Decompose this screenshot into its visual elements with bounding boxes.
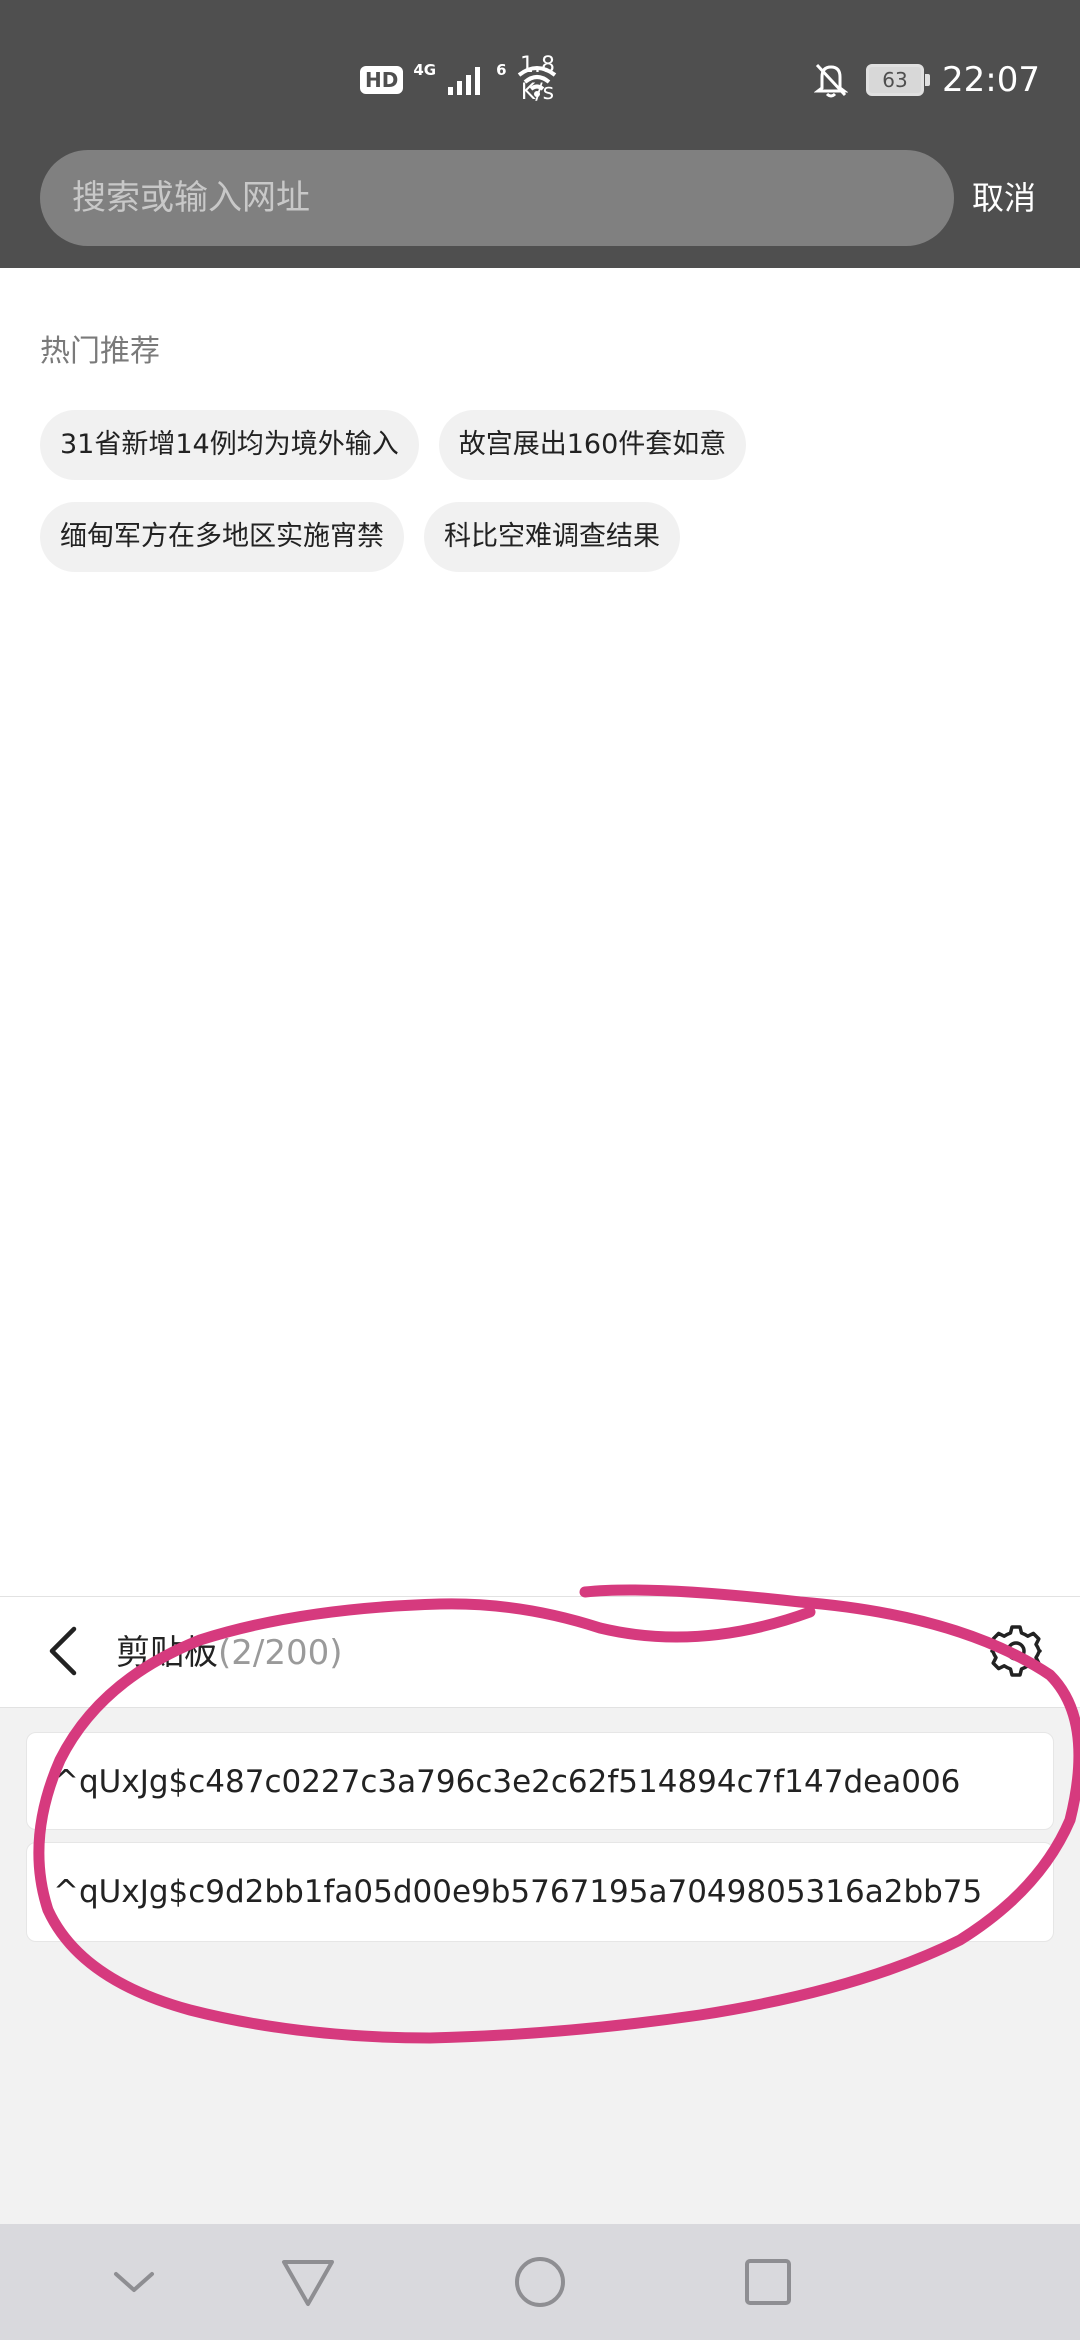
back-triangle-icon[interactable] xyxy=(278,2252,338,2312)
cancel-button[interactable]: 取消 xyxy=(972,160,1036,236)
signal-icon xyxy=(448,67,481,95)
hd-icon: HD xyxy=(360,66,404,94)
navigation-bar xyxy=(0,2224,1080,2340)
clipboard-title: 剪贴板(2/200) xyxy=(116,1625,343,1674)
clipboard-list: ^qUxJg$c487c0227c3a796c3e2c62f514894c7f1… xyxy=(26,1732,1054,1954)
clipboard-header: 剪贴板(2/200) xyxy=(0,1596,1080,1708)
search-input[interactable] xyxy=(40,150,954,246)
network-speed: 1.8 K/s xyxy=(520,52,555,106)
clipboard-count: (2/200) xyxy=(218,1633,343,1673)
home-circle-icon[interactable] xyxy=(510,2252,570,2312)
clipboard-title-label: 剪贴板 xyxy=(116,1633,218,1673)
status-bar: HD 4G 6 1.8 K/s 63 22:07 xyxy=(0,0,1080,140)
clock: 22:07 xyxy=(942,60,1040,100)
gear-icon[interactable] xyxy=(988,1623,1044,1679)
status-icons-right: 63 22:07 xyxy=(814,56,1040,104)
notifications-off-icon xyxy=(814,63,849,98)
header: HD 4G 6 1.8 K/s 63 22:07 搜索或输入网址 取消 xyxy=(0,0,1080,268)
clipboard-panel: 剪贴板(2/200) ^qUxJg$c487c0227c3a796c3e2c62… xyxy=(0,1596,1080,2224)
hot-topic-chip[interactable]: 故宫展出160件套如意 xyxy=(438,410,747,480)
wifi-standard-label: 6 xyxy=(496,61,507,79)
chevron-down-icon[interactable] xyxy=(104,2252,164,2312)
hot-recommendations-title: 热门推荐 xyxy=(40,334,160,369)
recents-square-icon[interactable] xyxy=(738,2252,798,2312)
hot-topic-chip[interactable]: 科比空难调查结果 xyxy=(424,502,680,572)
hot-topic-chip[interactable]: 缅甸军方在多地区实施宵禁 xyxy=(40,502,404,572)
chip-row: 31省新增14例均为境外输入 故宫展出160件套如意 xyxy=(40,410,1040,480)
hot-recommendations-list: 31省新增14例均为境外输入 故宫展出160件套如意 缅甸军方在多地区实施宵禁 … xyxy=(40,410,1040,594)
back-arrow-icon[interactable] xyxy=(36,1621,96,1681)
hot-topic-chip[interactable]: 31省新增14例均为境外输入 xyxy=(40,410,419,480)
network-speed-unit: K/s xyxy=(520,80,555,105)
chip-row: 缅甸军方在多地区实施宵禁 科比空难调查结果 xyxy=(40,502,1040,572)
battery-icon: 63 xyxy=(866,64,931,96)
clipboard-item[interactable]: ^qUxJg$c487c0227c3a796c3e2c62f514894c7f1… xyxy=(26,1732,1054,1830)
network-speed-value: 1.8 xyxy=(520,53,555,78)
network-type-label: 4G xyxy=(413,61,437,79)
battery-level: 63 xyxy=(882,68,908,92)
clipboard-item[interactable]: ^qUxJg$c9d2bb1fa05d00e9b5767195a70498053… xyxy=(26,1842,1054,1942)
